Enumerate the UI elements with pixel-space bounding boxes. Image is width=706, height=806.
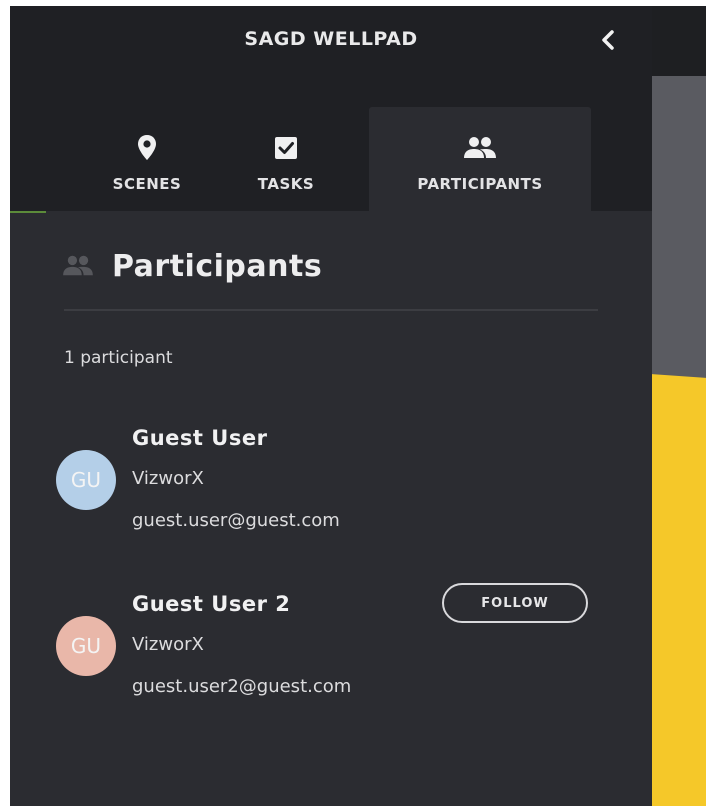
app-window: SAGD WELLPAD SCENES TASKS PARTICIPANTS P… [10, 6, 706, 806]
tab-participants[interactable]: PARTICIPANTS [369, 107, 591, 211]
divider [64, 309, 598, 311]
participant-name: Guest User [132, 426, 268, 450]
people-icon [464, 137, 496, 158]
panel-title: SAGD WELLPAD [244, 28, 418, 50]
participant-org: VizworX [132, 468, 204, 489]
map-pin-icon [138, 135, 156, 160]
participant-item[interactable]: GU Guest User 2 VizworX guest.user2@gues… [56, 583, 616, 706]
section-heading: Participants [58, 246, 322, 286]
tab-tasks-label: TASKS [257, 175, 315, 193]
scene-top-bar [652, 6, 706, 76]
participant-item[interactable]: GU Guest User VizworX guest.user@guest.c… [56, 420, 616, 540]
side-panel: SAGD WELLPAD SCENES TASKS PARTICIPANTS P… [10, 6, 652, 806]
tab-scenes[interactable]: SCENES [102, 107, 192, 211]
avatar: GU [56, 450, 116, 510]
chevron-left-icon[interactable] [598, 28, 618, 52]
participant-email: guest.user2@guest.com [132, 676, 352, 697]
checkbox-icon [275, 137, 297, 159]
panel-header: SAGD WELLPAD SCENES TASKS PARTICIPANTS [10, 6, 652, 211]
participant-count: 1 participant [64, 348, 173, 368]
participant-name: Guest User 2 [132, 592, 291, 616]
participant-email: guest.user@guest.com [132, 510, 340, 531]
participant-org: VizworX [132, 634, 204, 655]
section-title: Participants [112, 248, 323, 284]
scene-viewport[interactable] [652, 6, 706, 806]
avatar: GU [56, 616, 116, 676]
follow-button[interactable]: FOLLOW [442, 583, 588, 623]
tab-scenes-label: SCENES [112, 175, 182, 193]
header-accent [10, 211, 46, 213]
people-icon [63, 255, 93, 276]
tab-participants-label: PARTICIPANTS [417, 175, 543, 193]
scene-object [652, 380, 706, 806]
tab-tasks[interactable]: TASKS [246, 107, 326, 211]
